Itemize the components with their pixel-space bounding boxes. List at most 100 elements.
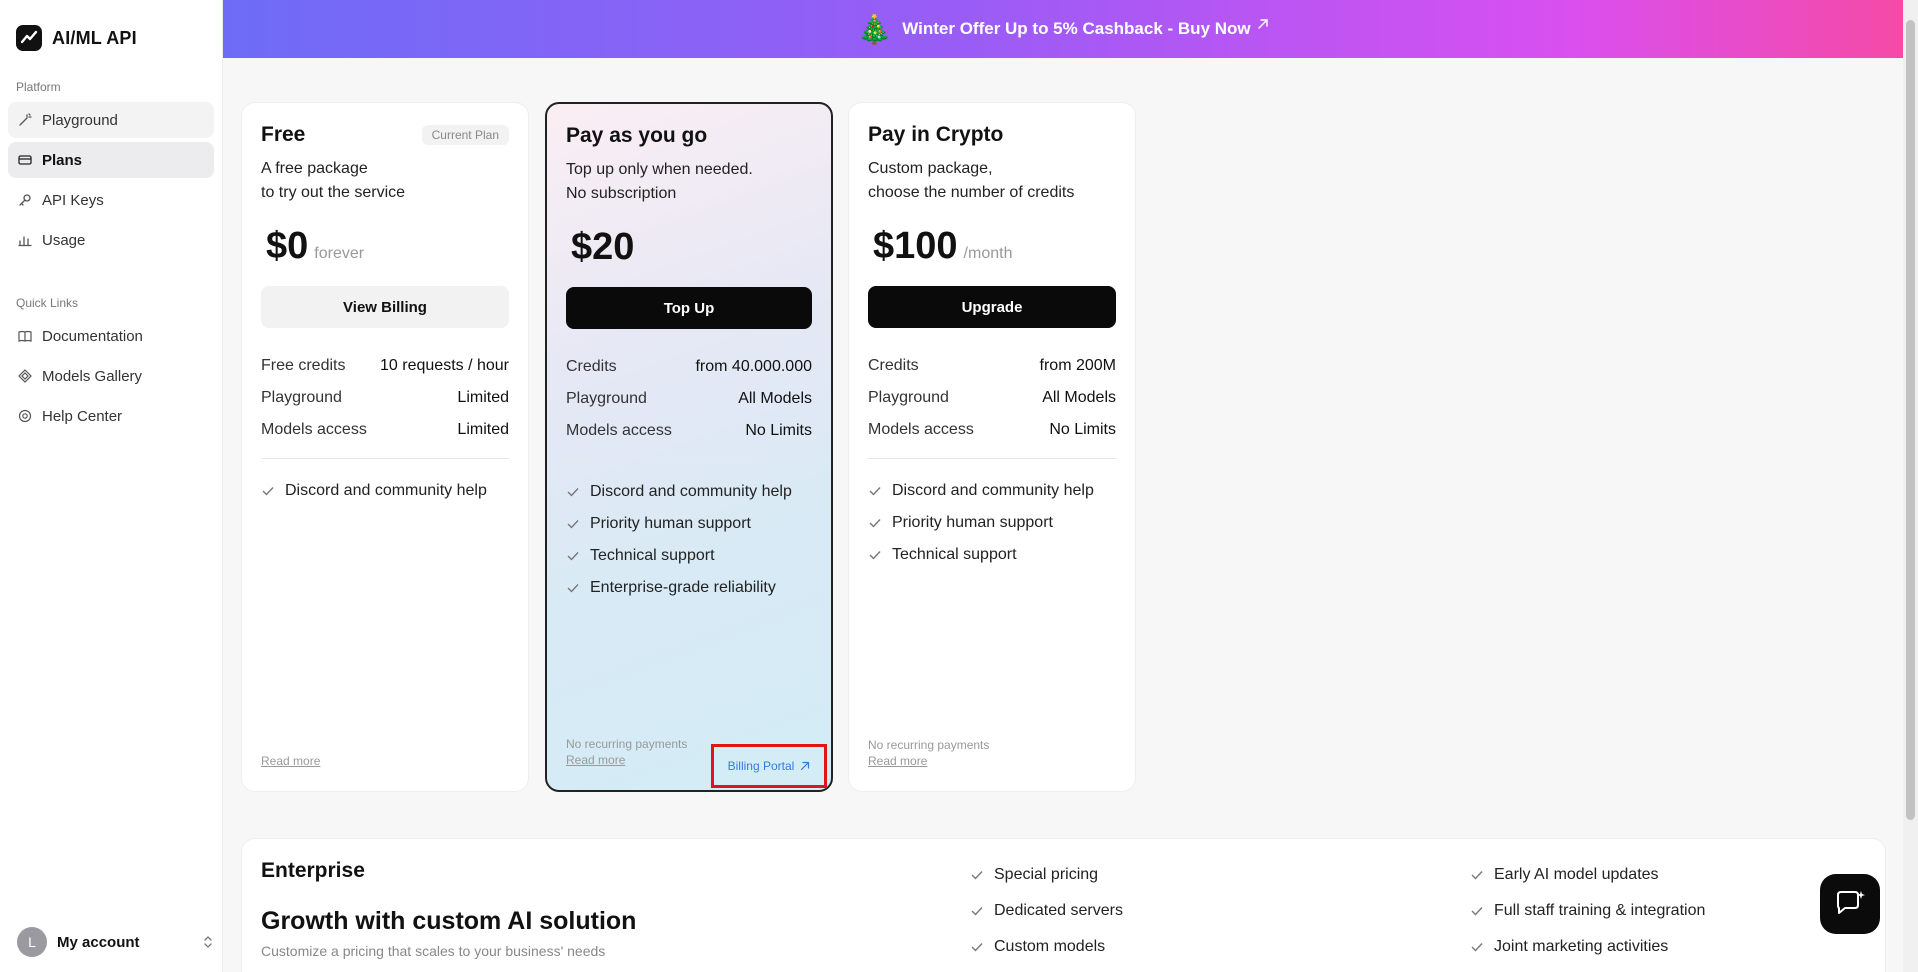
plan-row: Playground All Models <box>868 382 1116 414</box>
check-icon <box>262 487 274 496</box>
plan-footer: No recurring payments Read more <box>868 737 989 769</box>
enterprise-headline: Growth with custom AI solution <box>261 907 637 935</box>
plan-description: A free package to try out the service <box>261 157 509 205</box>
check-icon <box>567 488 579 497</box>
feature-label: Dedicated servers <box>994 902 1123 919</box>
no-recurring-note: No recurring payments <box>868 738 990 752</box>
book-icon <box>18 330 32 342</box>
chat-support-button[interactable] <box>1820 874 1880 934</box>
sidebar-item-label: Help Center <box>42 407 123 425</box>
feature-item: Early AI model updates <box>1470 857 1705 893</box>
sidebar-item-usage[interactable]: Usage <box>8 222 214 258</box>
avatar: L <box>17 927 47 957</box>
feature-item: Priority human support <box>566 508 812 540</box>
row-value: Limited <box>457 421 509 438</box>
enterprise-subtitle: Customize a pricing that scales to your … <box>261 943 606 959</box>
sidebar-item-models-gallery[interactable]: Models Gallery <box>8 358 214 394</box>
feature-label: Technical support <box>892 546 1017 563</box>
enterprise-features-col-2: Early AI model updates Full staff traini… <box>1470 857 1705 965</box>
plan-title: Pay as you go <box>566 124 708 147</box>
check-icon <box>869 487 881 496</box>
feature-item: Technical support <box>868 539 1116 571</box>
price-amount: $20 <box>571 226 635 268</box>
feature-label: Custom models <box>994 938 1106 955</box>
row-key: Models access <box>261 421 367 438</box>
feature-item: Discord and community help <box>868 475 1116 507</box>
promo-banner[interactable]: 🎄 Winter Offer Up to 5% Cashback - Buy N… <box>223 0 1903 58</box>
feature-label: Joint marketing activities <box>1494 938 1669 955</box>
app-logo[interactable]: AI/ML API <box>8 18 214 58</box>
price-amount: $100 <box>873 225 958 267</box>
row-value: No Limits <box>745 422 812 439</box>
row-key: Playground <box>868 389 949 406</box>
app-name: AI/ML API <box>52 27 137 48</box>
sidebar-item-plans[interactable]: Plans <box>8 142 214 178</box>
plan-row: Models access No Limits <box>868 414 1116 446</box>
check-icon <box>1471 907 1483 916</box>
plan-description-line: Custom package, <box>868 160 993 177</box>
chevron-up-down-icon <box>204 936 212 948</box>
plan-description: Top up only when needed. No subscription <box>566 158 812 206</box>
quick-links-section-label: Quick Links <box>16 296 79 310</box>
help-icon <box>18 409 32 423</box>
check-icon <box>567 552 579 561</box>
check-icon <box>1471 943 1483 952</box>
page-scrollbar[interactable] <box>1903 0 1918 972</box>
row-key: Credits <box>566 358 617 375</box>
sidebar-item-help-center[interactable]: Help Center <box>8 398 214 434</box>
feature-label: Discord and community help <box>892 482 1094 499</box>
feature-label: Special pricing <box>994 866 1099 883</box>
price-period: /month <box>963 245 1013 262</box>
upgrade-button[interactable]: Upgrade <box>868 286 1116 328</box>
plan-card-free: Free Current Plan A free package to try … <box>241 102 529 792</box>
card-icon <box>18 155 32 165</box>
sidebar-item-api-keys[interactable]: API Keys <box>8 182 214 218</box>
row-key: Credits <box>868 357 919 374</box>
check-icon <box>567 584 579 593</box>
top-up-button[interactable]: Top Up <box>566 287 812 329</box>
plan-row: Credits from 200M <box>868 350 1116 382</box>
plan-footer: Read more <box>261 753 320 769</box>
feature-label: Discord and community help <box>285 482 487 499</box>
enterprise-card: Enterprise Growth with custom AI solutio… <box>241 838 1886 972</box>
plan-row: Models access No Limits <box>566 415 812 447</box>
feature-item: Enterprise-grade reliability <box>566 572 812 604</box>
diamond-icon <box>18 369 32 383</box>
row-value: Limited <box>457 389 509 406</box>
banner-text: Winter Offer Up to 5% Cashback - Buy Now <box>902 19 1251 38</box>
plan-row: Credits from 40.000.000 <box>566 351 812 383</box>
read-more-link[interactable]: Read more <box>261 754 320 768</box>
sidebar-item-documentation[interactable]: Documentation <box>8 318 214 354</box>
sidebar-item-label: API Keys <box>42 191 104 209</box>
price-period: forever <box>314 245 365 262</box>
feature-item: Custom models <box>970 929 1123 965</box>
sidebar-item-playground[interactable]: Playground <box>8 102 214 138</box>
feature-label: Priority human support <box>892 514 1053 531</box>
feature-item: Discord and community help <box>261 475 509 507</box>
feature-label: Full staff training & integration <box>1494 902 1706 919</box>
price-amount: $0 <box>266 225 309 267</box>
check-icon <box>869 551 881 560</box>
plan-description-line: No subscription <box>566 185 677 202</box>
check-icon <box>869 519 881 528</box>
check-icon <box>971 943 983 952</box>
plan-row: Models access Limited <box>261 414 509 446</box>
feature-item: Joint marketing activities <box>1470 929 1705 965</box>
enterprise-title: Enterprise <box>261 859 365 882</box>
plan-card-crypto: Pay in Crypto Custom package, choose the… <box>848 102 1136 792</box>
plan-title: Free <box>261 123 306 146</box>
view-billing-button[interactable]: View Billing <box>261 286 509 328</box>
feature-item: Special pricing <box>970 857 1123 893</box>
plan-description-line: A free package <box>261 160 368 177</box>
scrollbar-thumb[interactable] <box>1906 20 1915 820</box>
plan-title: Pay in Crypto <box>868 123 1004 146</box>
plan-description: Custom package, choose the number of cre… <box>868 157 1116 205</box>
logo-mark-icon <box>16 25 42 51</box>
read-more-link[interactable]: Read more <box>566 753 625 767</box>
plan-description-line: to try out the service <box>261 184 406 201</box>
plan-description-line: Top up only when needed. <box>566 161 753 178</box>
read-more-link[interactable]: Read more <box>868 754 927 768</box>
plan-card-pay-as-you-go: Pay as you go Top up only when needed. N… <box>545 102 833 792</box>
billing-portal-link[interactable]: Billing Portal <box>711 744 827 788</box>
account-menu[interactable]: L My account <box>8 920 214 964</box>
